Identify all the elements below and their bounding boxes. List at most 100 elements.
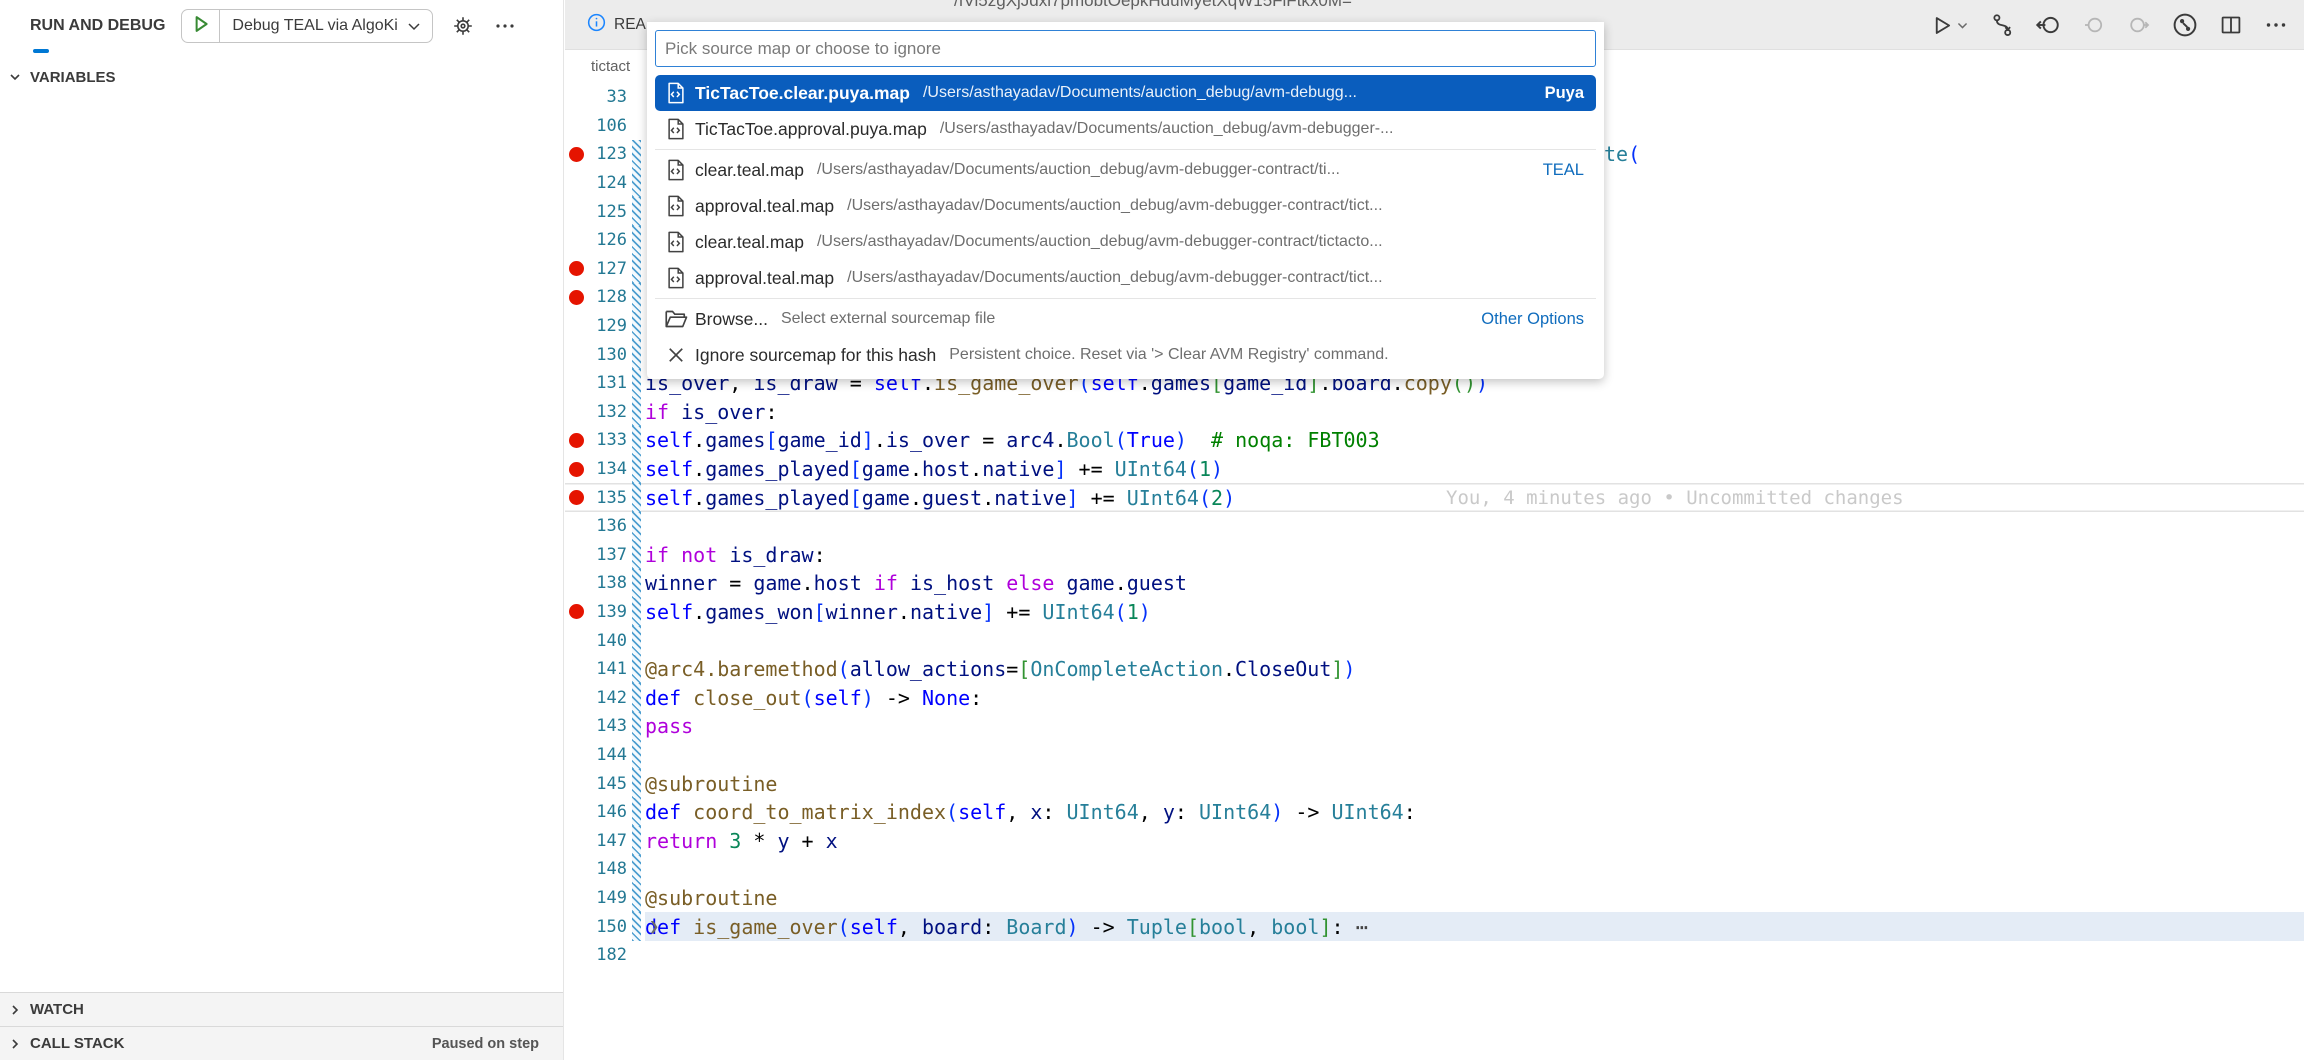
next-change-icon[interactable]	[2127, 13, 2151, 37]
code-line-138[interactable]: 138 winner = game.host if is_host else g…	[565, 569, 2304, 598]
quickpick-item[interactable]: TicTacToe.clear.puya.map/Users/asthayada…	[655, 75, 1596, 111]
code-text: if not is_draw:	[645, 541, 826, 570]
source-control-graph-icon[interactable]	[2172, 12, 2198, 38]
navigate-back-icon[interactable]	[2035, 12, 2061, 38]
code-text: return 3 * y + x	[645, 826, 838, 855]
line-number: 126	[587, 230, 627, 250]
quickpick-item-label: clear.teal.map	[695, 160, 804, 181]
breakpoint-icon[interactable]	[565, 604, 587, 619]
gear-icon[interactable]	[451, 14, 475, 38]
line-number: 106	[587, 116, 627, 136]
active-indicator	[33, 49, 49, 53]
code-line-141[interactable]: 141 @arc4.baremethod(allow_actions=[OnCo…	[565, 655, 2304, 684]
code-line-148[interactable]: 148	[565, 855, 2304, 884]
start-debugging-button[interactable]	[182, 10, 220, 42]
code-line-147[interactable]: 147 return 3 * y + x	[565, 826, 2304, 855]
watch-section-header[interactable]: WATCH	[0, 992, 563, 1026]
sourcemap-hatch-strip	[632, 340, 641, 369]
sourcemap-quickpick: TicTacToe.clear.puya.map/Users/asthayada…	[647, 22, 1604, 379]
breakpoint-icon[interactable]	[565, 261, 587, 276]
quickpick-item-label: Ignore sourcemap for this hash	[695, 345, 936, 366]
line-number: 146	[587, 802, 627, 822]
sourcemap-hatch-strip	[632, 455, 641, 484]
line-number: 138	[587, 573, 627, 593]
quickpick-item[interactable]: Ignore sourcemap for this hashPersistent…	[655, 337, 1596, 373]
line-number: 148	[587, 859, 627, 879]
quickpick-item-description: /Users/asthayadav/Documents/auction_debu…	[817, 161, 1340, 179]
open-changes-icon[interactable]	[1990, 13, 2014, 37]
previous-change-icon[interactable]	[2082, 13, 2106, 37]
sourcemap-hatch-strip	[632, 655, 641, 684]
breakpoint-icon[interactable]	[565, 290, 587, 305]
code-text: self.games_played[game.host.native] += U…	[645, 455, 1223, 484]
code-line-142[interactable]: 142 def close_out(self) -> None:	[565, 683, 2304, 712]
sourcemap-hatch-strip	[632, 169, 641, 198]
line-number: 140	[587, 631, 627, 651]
variables-section-header[interactable]: VARIABLES	[0, 60, 563, 94]
file-code-icon	[663, 81, 689, 105]
chevron-right-icon	[0, 1002, 30, 1018]
sourcemap-hatch-strip	[632, 826, 641, 855]
breakpoint-icon[interactable]	[565, 147, 587, 162]
breakpoint-icon[interactable]	[565, 462, 587, 477]
sourcemap-hatch-strip	[632, 483, 641, 512]
code-text: @arc4.baremethod(allow_actions=[OnComple…	[645, 655, 1355, 684]
code-line-143[interactable]: 143 pass	[565, 712, 2304, 741]
quickpick-item[interactable]: approval.teal.map/Users/asthayadav/Docum…	[655, 188, 1596, 224]
call-stack-section-header[interactable]: CALL STACK Paused on step	[0, 1026, 563, 1060]
sourcemap-hatch-strip	[632, 912, 641, 941]
more-actions-icon[interactable]	[2264, 13, 2288, 37]
sourcemap-hatch-strip	[632, 683, 641, 712]
debug-launch-control[interactable]: Debug TEAL via AlgoKi	[181, 9, 432, 43]
breakpoint-icon[interactable]	[565, 490, 587, 505]
sourcemap-hatch-strip	[632, 226, 641, 255]
code-line-144[interactable]: 144	[565, 741, 2304, 770]
line-number: 137	[587, 545, 627, 565]
debug-config-selector[interactable]: Debug TEAL via AlgoKi	[220, 17, 405, 35]
line-number: 127	[587, 259, 627, 279]
file-code-icon	[663, 230, 689, 254]
code-text: if is_over:	[645, 398, 777, 427]
split-editor-icon[interactable]	[2219, 13, 2243, 37]
code-line-145[interactable]: 145 @subroutine	[565, 769, 2304, 798]
quickpick-item[interactable]: clear.teal.map/Users/asthayadav/Document…	[655, 224, 1596, 260]
quickpick-item[interactable]: approval.teal.map/Users/asthayadav/Docum…	[655, 260, 1596, 296]
sourcemap-hatch-strip	[632, 798, 641, 827]
code-line-150[interactable]: 150❯ def is_game_over(self, board: Board…	[565, 912, 2304, 941]
breadcrumb-file-label[interactable]: tictact	[591, 58, 630, 75]
code-line-135[interactable]: 135 self.games_played[game.guest.native]…	[565, 483, 2304, 512]
code-line-140[interactable]: 140	[565, 626, 2304, 655]
code-line-139[interactable]: 139 self.games_won[winner.native] += UIn…	[565, 598, 2304, 627]
sourcemap-hatch-strip	[632, 140, 641, 169]
sourcemap-hatch-strip	[632, 541, 641, 570]
code-line-136[interactable]: 136	[565, 512, 2304, 541]
line-number: 143	[587, 716, 627, 736]
quickpick-item-label: approval.teal.map	[695, 268, 834, 289]
quickpick-item[interactable]: TicTacToe.approval.puya.map/Users/asthay…	[655, 111, 1596, 147]
code-line-146[interactable]: 146 def coord_to_matrix_index(self, x: U…	[565, 798, 2304, 827]
more-actions-icon[interactable]	[493, 14, 517, 38]
code-line-132[interactable]: 132 if is_over:	[565, 398, 2304, 427]
quickpick-item-description: /Users/asthayadav/Documents/auction_debu…	[940, 120, 1394, 138]
quickpick-item[interactable]: Browse...Select external sourcemap fileO…	[655, 301, 1596, 337]
line-number: 33	[587, 87, 627, 107]
file-code-icon	[663, 117, 689, 141]
code-text: self.games_won[winner.native] += UInt64(…	[645, 598, 1151, 627]
line-number: 125	[587, 202, 627, 222]
code-text: self.games_played[game.guest.native] += …	[645, 483, 1235, 512]
banner-label: REA	[614, 16, 646, 34]
line-number: 150	[587, 917, 627, 937]
code-line-149[interactable]: 149 @subroutine	[565, 884, 2304, 913]
fold-chevron-icon[interactable]: ❯	[649, 912, 659, 941]
code-line-134[interactable]: 134 self.games_played[game.host.native] …	[565, 455, 2304, 484]
quickpick-item[interactable]: clear.teal.map/Users/asthayadav/Document…	[655, 152, 1596, 188]
breakpoint-icon[interactable]	[565, 433, 587, 448]
run-icon[interactable]	[1931, 14, 1969, 37]
code-line-137[interactable]: 137 if not is_draw:	[565, 541, 2304, 570]
info-icon	[587, 13, 606, 37]
file-code-icon	[663, 194, 689, 218]
code-line-182[interactable]: 182	[565, 941, 2304, 970]
sourcemap-hatch-strip	[632, 112, 641, 141]
code-line-133[interactable]: 133 self.games[game_id].is_over = arc4.B…	[565, 426, 2304, 455]
quickpick-input[interactable]	[655, 30, 1596, 67]
